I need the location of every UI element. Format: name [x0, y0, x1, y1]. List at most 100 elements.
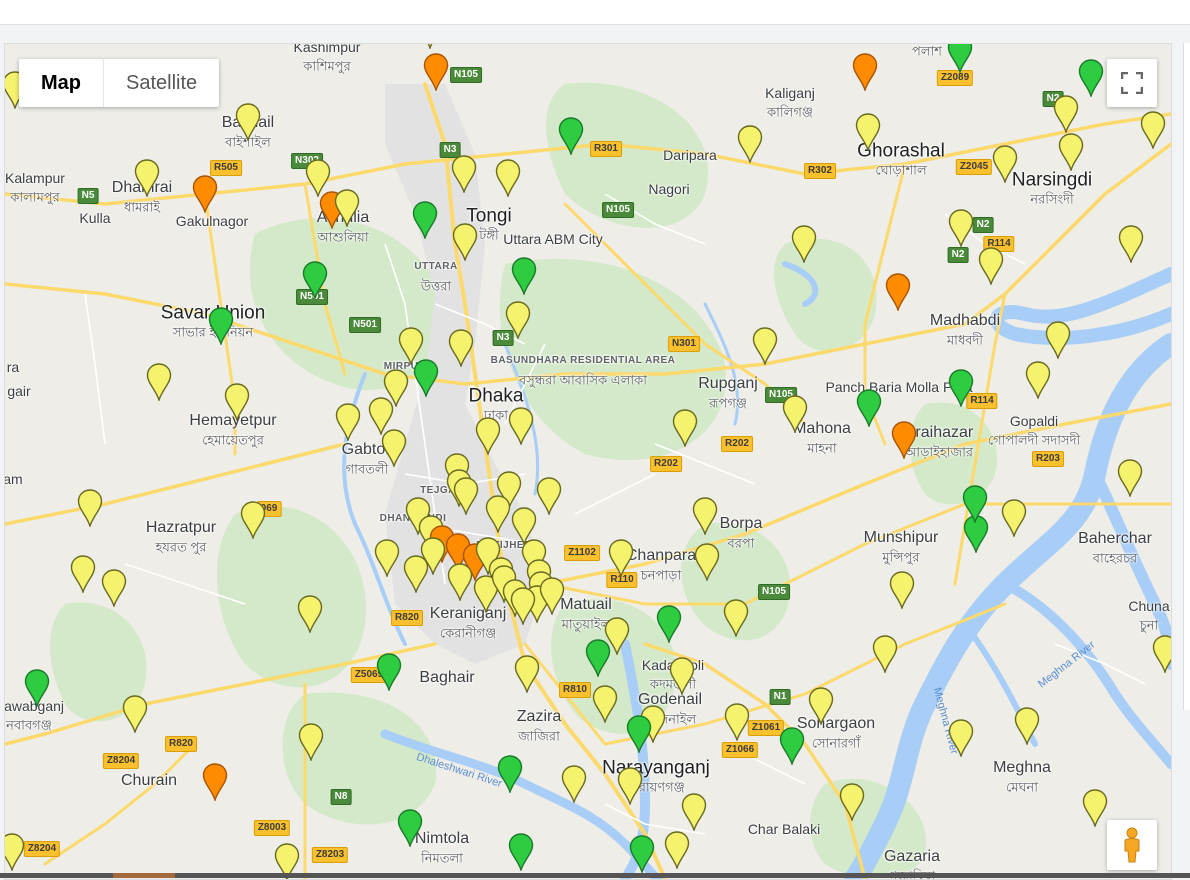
map-marker-green[interactable]	[629, 835, 655, 873]
map-marker-green[interactable]	[24, 669, 50, 707]
map-marker-yellow[interactable]	[505, 301, 531, 339]
map-marker-yellow[interactable]	[672, 409, 698, 447]
map-marker-green[interactable]	[585, 639, 611, 677]
map-marker-yellow[interactable]	[791, 225, 817, 263]
map-marker-yellow[interactable]	[495, 159, 521, 197]
map-marker-yellow[interactable]	[737, 125, 763, 163]
map-marker-yellow[interactable]	[451, 155, 477, 193]
map-marker-yellow[interactable]	[617, 767, 643, 805]
map-marker-green[interactable]	[412, 201, 438, 239]
map-marker-yellow[interactable]	[334, 189, 360, 227]
fullscreen-button[interactable]	[1107, 59, 1157, 107]
map-marker-yellow[interactable]	[508, 407, 534, 445]
map-marker-green[interactable]	[397, 809, 423, 847]
map-marker-yellow[interactable]	[723, 599, 749, 637]
map-marker-yellow[interactable]	[4, 833, 25, 871]
map-marker-yellow[interactable]	[1152, 635, 1172, 673]
map-marker-orange[interactable]	[891, 421, 917, 459]
map-marker-green[interactable]	[948, 369, 974, 407]
map-marker-green[interactable]	[508, 833, 534, 871]
map-marker-yellow[interactable]	[475, 417, 501, 455]
map-marker-yellow[interactable]	[1082, 789, 1108, 827]
map-marker-yellow[interactable]	[1058, 133, 1084, 171]
map-marker-yellow[interactable]	[452, 223, 478, 261]
map-marker-yellow[interactable]	[420, 537, 446, 575]
map-marker-yellow[interactable]	[692, 497, 718, 535]
scrollbar-thumb[interactable]	[113, 873, 175, 878]
map-marker-yellow[interactable]	[782, 395, 808, 433]
map-marker-yellow[interactable]	[374, 539, 400, 577]
map-canvas[interactable]: KashimpurকাশিমপুরKaliganjকালিগঞ্জপলাশBas…	[4, 43, 1172, 880]
map-marker-green[interactable]	[962, 485, 988, 523]
map-marker-yellow[interactable]	[1117, 459, 1143, 497]
map-marker-yellow[interactable]	[948, 719, 974, 757]
map-marker-yellow[interactable]	[872, 635, 898, 673]
map-marker-green[interactable]	[1078, 59, 1104, 97]
map-marker-green[interactable]	[856, 389, 882, 427]
map-marker-yellow[interactable]	[146, 363, 172, 401]
map-marker-green[interactable]	[511, 257, 537, 295]
map-marker-yellow[interactable]	[70, 555, 96, 593]
map-marker-yellow[interactable]	[417, 43, 443, 49]
map-marker-orange[interactable]	[423, 53, 449, 91]
map-marker-yellow[interactable]	[536, 477, 562, 515]
map-marker-green[interactable]	[779, 727, 805, 765]
map-marker-yellow[interactable]	[240, 501, 266, 539]
map-marker-yellow[interactable]	[224, 383, 250, 421]
map-marker-green[interactable]	[626, 715, 652, 753]
map-marker-yellow[interactable]	[1118, 225, 1144, 263]
map-marker-yellow[interactable]	[978, 247, 1004, 285]
map-marker-yellow[interactable]	[1045, 321, 1071, 359]
street-view-button[interactable]	[1107, 820, 1157, 870]
map-marker-yellow[interactable]	[514, 655, 540, 693]
map-marker-yellow[interactable]	[297, 595, 323, 633]
map-marker-yellow[interactable]	[889, 571, 915, 609]
map-marker-yellow[interactable]	[1140, 111, 1166, 149]
map-marker-yellow[interactable]	[948, 209, 974, 247]
map-marker-yellow[interactable]	[724, 703, 750, 741]
map-marker-yellow[interactable]	[1025, 361, 1051, 399]
map-marker-yellow[interactable]	[134, 159, 160, 197]
map-marker-yellow[interactable]	[448, 329, 474, 367]
map-marker-yellow[interactable]	[1014, 707, 1040, 745]
map-marker-green[interactable]	[413, 359, 439, 397]
map-marker-yellow[interactable]	[447, 563, 473, 601]
map-marker-yellow[interactable]	[669, 657, 695, 695]
map-marker-yellow[interactable]	[992, 145, 1018, 183]
map-marker-yellow[interactable]	[752, 327, 778, 365]
map-marker-yellow[interactable]	[808, 687, 834, 725]
map-marker-yellow[interactable]	[539, 577, 565, 615]
map-marker-green[interactable]	[656, 605, 682, 643]
map-marker-yellow[interactable]	[694, 543, 720, 581]
bottom-scrollbar[interactable]	[0, 873, 1190, 878]
map-type-map-button[interactable]: Map	[19, 59, 104, 107]
map-marker-yellow[interactable]	[839, 783, 865, 821]
map-marker-green[interactable]	[208, 307, 234, 345]
map-marker-orange[interactable]	[202, 763, 228, 801]
map-type-satellite-button[interactable]: Satellite	[104, 59, 219, 107]
map-marker-green[interactable]	[376, 653, 402, 691]
map-marker-yellow[interactable]	[510, 587, 536, 625]
map-marker-yellow[interactable]	[77, 489, 103, 527]
map-marker-yellow[interactable]	[122, 695, 148, 733]
map-marker-yellow[interactable]	[298, 723, 324, 761]
map-marker-yellow[interactable]	[561, 765, 587, 803]
map-marker-yellow[interactable]	[335, 403, 361, 441]
map-marker-green[interactable]	[558, 117, 584, 155]
map-marker-orange[interactable]	[885, 273, 911, 311]
map-marker-green[interactable]	[302, 261, 328, 299]
map-marker-green[interactable]	[947, 43, 973, 73]
map-marker-yellow[interactable]	[101, 569, 127, 607]
map-marker-yellow[interactable]	[1053, 95, 1079, 133]
map-marker-yellow[interactable]	[681, 793, 707, 831]
map-marker-orange[interactable]	[192, 175, 218, 213]
map-marker-yellow[interactable]	[453, 477, 479, 515]
map-marker-yellow[interactable]	[592, 685, 618, 723]
map-marker-yellow[interactable]	[855, 113, 881, 151]
map-marker-yellow[interactable]	[485, 495, 511, 533]
map-marker-yellow[interactable]	[381, 429, 407, 467]
map-marker-orange[interactable]	[852, 53, 878, 91]
map-marker-yellow[interactable]	[1001, 499, 1027, 537]
map-marker-yellow[interactable]	[664, 831, 690, 869]
map-marker-green[interactable]	[497, 755, 523, 793]
